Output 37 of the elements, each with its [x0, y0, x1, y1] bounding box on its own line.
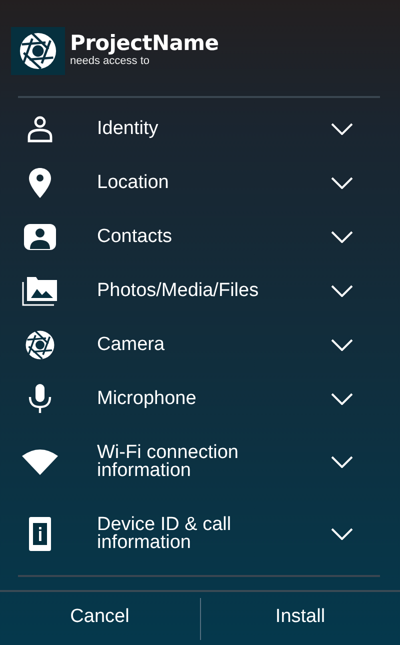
app-subtitle: needs access to: [70, 55, 150, 67]
wifi-icon: [22, 449, 58, 475]
permission-label: Contacts: [97, 226, 173, 248]
permission-row[interactable]: Photos/Media/Files: [0, 264, 400, 318]
microphone-icon: [28, 384, 52, 414]
cancel-button[interactable]: Cancel: [0, 598, 200, 640]
permission-label: Device ID & call information: [97, 516, 232, 552]
permission-row[interactable]: Device ID & call information: [0, 498, 400, 570]
permission-row[interactable]: Wi-Fi connection information: [0, 426, 400, 498]
location-pin-icon: [29, 168, 51, 198]
permission-label: Photos/Media/Files: [97, 280, 260, 302]
contact-card-icon: [24, 222, 56, 252]
permission-row[interactable]: Microphone: [0, 372, 400, 426]
permission-label: Location: [97, 172, 170, 194]
aperture-icon: [25, 330, 55, 360]
permission-label: Microphone: [97, 388, 198, 410]
chevron-down-icon: [331, 339, 353, 351]
chevron-down-icon: [331, 393, 353, 405]
device-info-icon: [29, 517, 51, 551]
permission-row[interactable]: Location: [0, 156, 400, 210]
chevron-down-icon: [331, 285, 353, 297]
permission-row[interactable]: Identity: [0, 102, 400, 156]
permission-label: Identity: [97, 118, 160, 140]
chevron-down-icon: [331, 231, 353, 243]
permission-label: Wi-Fi connection information: [97, 444, 240, 480]
chevron-down-icon: [331, 123, 353, 135]
app-name: ProjectName: [70, 31, 219, 55]
permission-row[interactable]: Contacts: [0, 210, 400, 264]
chevron-down-icon: [331, 456, 353, 468]
install-button[interactable]: Install: [200, 598, 400, 640]
aperture-icon: [19, 32, 57, 70]
photo-folder-icon: [22, 276, 58, 306]
chevron-down-icon: [331, 528, 353, 540]
chevron-down-icon: [331, 177, 353, 189]
permission-row[interactable]: Camera: [0, 318, 400, 372]
permission-label: Camera: [97, 334, 166, 356]
person-icon: [27, 116, 53, 142]
